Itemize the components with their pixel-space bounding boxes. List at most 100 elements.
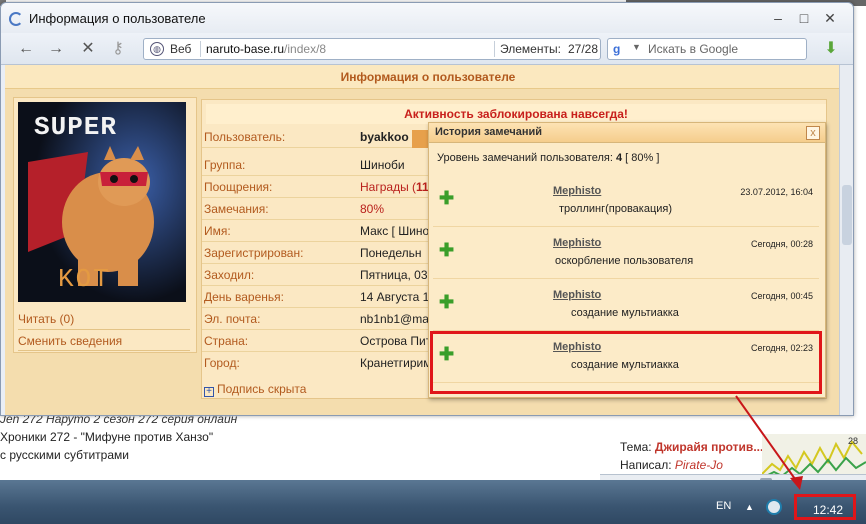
avatar-text-bottom: KOT: [58, 264, 111, 294]
warning-reason: оскорбление пользователя: [555, 255, 694, 267]
info-key: Группа:: [204, 158, 246, 172]
avatar: SUPER KOT: [18, 102, 186, 302]
close-window-button[interactable]: ✕: [819, 9, 841, 27]
plus-icon[interactable]: ✚: [439, 189, 454, 207]
info-key: Имя:: [204, 224, 231, 238]
key-icon[interactable]: ⚷: [107, 40, 129, 58]
clock-highlight-annotation: [794, 494, 856, 520]
read-link[interactable]: Читать (0): [18, 312, 74, 326]
address-mode-label[interactable]: Веб: [170, 42, 191, 56]
info-value-awards[interactable]: Награды (11: [360, 180, 429, 194]
background-news-list: Jen 272 Наруто 2 сезон 272 серия онлайн …: [0, 410, 600, 470]
news-line[interactable]: Хроники 272 - "Мифуне против Ханзо": [0, 430, 213, 444]
forum-author-row: Написал: Pirate-Jo: [620, 458, 723, 472]
vertical-scrollbar[interactable]: [839, 65, 853, 415]
info-row-birthday: День варенья: 14 Августа 19: [202, 286, 442, 308]
change-info-link[interactable]: Сменить сведения: [18, 334, 122, 348]
warning-date: Сегодня, 00:45: [750, 291, 813, 301]
browser-toolbar: ← → ✕ ⚷ ◍ Веб naruto-base.ru/index/8 Эле…: [1, 33, 853, 65]
minimize-button[interactable]: –: [767, 9, 789, 27]
popup-header: История замечаний x: [429, 123, 825, 143]
graph-value: 28: [848, 436, 859, 446]
elements-count: 27/28: [568, 42, 599, 56]
forward-button[interactable]: →: [45, 40, 67, 58]
forum-topic-link[interactable]: Джирайя против...: [655, 440, 763, 454]
language-indicator[interactable]: EN: [716, 500, 731, 512]
address-url[interactable]: naruto-base.ru/index/8: [206, 42, 326, 56]
warning-entry: ✚ Mephisto Сегодня, 00:45 создание мульт…: [433, 283, 819, 331]
moderator-link[interactable]: Mephisto: [553, 237, 601, 249]
warning-entry: ✚ Mephisto 23.07.2012, 16:04 троллинг(пр…: [433, 179, 819, 227]
signature-toggle[interactable]: + Подпись скрыта: [204, 382, 306, 397]
forum-author-link[interactable]: Pirate-Jo: [675, 458, 723, 472]
show-hidden-icons-icon[interactable]: ▲: [745, 502, 754, 512]
search-box[interactable]: g ▼ Искать в Google: [607, 38, 807, 60]
info-row-user: Пользователь: byakkoo: [202, 126, 442, 148]
back-button[interactable]: ←: [15, 40, 37, 58]
scrollbar-thumb[interactable]: [842, 185, 852, 245]
info-row-awards: Поощрения: Награды (11: [202, 176, 442, 198]
info-row-email: Эл. почта: nb1nb1@ma: [202, 308, 442, 330]
chevron-down-icon[interactable]: ▼: [632, 42, 641, 52]
address-bar[interactable]: ◍ Веб naruto-base.ru/index/8 Элементы: 2…: [143, 38, 601, 60]
warning-date: 23.07.2012, 16:04: [740, 187, 813, 197]
taskbar: EN ▲: [0, 480, 866, 524]
url-host: naruto-base.ru: [206, 42, 285, 56]
info-key: Замечания:: [204, 202, 269, 216]
info-key: Город:: [204, 356, 240, 370]
info-row-last-visit: Заходил: Пятница, 03: [202, 264, 442, 286]
news-line[interactable]: с русскими субтитрами: [0, 448, 129, 462]
signature-toggle-label[interactable]: Подпись скрыта: [217, 382, 306, 396]
info-value: Шиноби: [360, 158, 405, 172]
awards-label[interactable]: Награды (: [360, 180, 416, 194]
maximize-button[interactable]: □: [793, 9, 815, 27]
info-key: Страна:: [204, 334, 249, 348]
forum-topic-row: Тема: Джирайя против...: [620, 440, 763, 454]
popup-title: История замечаний: [435, 126, 543, 138]
search-input[interactable]: Искать в Google: [648, 42, 738, 56]
warning-level: Уровень замечаний пользователя: 4 [ 80% …: [437, 152, 659, 164]
moderator-link[interactable]: Mephisto: [553, 289, 601, 301]
url-path: /index/8: [284, 42, 327, 56]
info-value: 14 Августа 19: [360, 290, 437, 304]
plus-icon[interactable]: ✚: [439, 241, 454, 259]
avatar-text-top: SUPER: [34, 112, 118, 142]
tray-app-icon[interactable]: [766, 499, 782, 515]
elements-label: Элементы:: [500, 42, 561, 56]
info-value: Понедельн: [360, 246, 422, 260]
plus-icon[interactable]: ✚: [439, 293, 454, 311]
info-value-email[interactable]: nb1nb1@ma: [360, 312, 429, 326]
globe-icon: ◍: [150, 42, 164, 56]
info-key: Заходил:: [204, 268, 255, 282]
divider: [18, 350, 190, 351]
warning-level-percent: [ 80% ]: [622, 152, 660, 164]
info-row-country: Страна: Острова Пит: [202, 330, 442, 352]
info-row-registered: Зарегистрирован: Понедельн: [202, 242, 442, 264]
close-icon[interactable]: x: [806, 126, 820, 140]
info-key: Эл. почта:: [204, 312, 261, 326]
info-value: Пятница, 03: [360, 268, 428, 282]
address-divider: [200, 41, 201, 57]
info-row-city: Город: Кранетгирима: [202, 352, 442, 374]
moderator-link[interactable]: Mephisto: [553, 185, 601, 197]
info-value-warnings[interactable]: 80%: [360, 202, 384, 216]
warning-entry: ✚ Mephisto Сегодня, 00:28 оскорбление по…: [433, 231, 819, 279]
background-forum-block: Тема: Джирайя против... Написал: Pirate-…: [612, 420, 763, 474]
divider: [18, 329, 190, 330]
download-icon[interactable]: ⬇: [821, 40, 841, 58]
address-divider: [494, 41, 495, 57]
title-bar[interactable]: Информация о пользователе – □ ✕: [1, 3, 853, 33]
info-row-warnings: Замечания: 80%: [202, 198, 442, 220]
warning-date: Сегодня, 00:28: [750, 239, 813, 249]
page-title: Информация о пользователе: [5, 65, 851, 89]
expand-icon[interactable]: +: [204, 387, 214, 397]
google-icon[interactable]: g: [613, 42, 627, 56]
info-value: Кранетгирима: [360, 356, 439, 370]
warning-level-label: Уровень замечаний пользователя:: [437, 152, 616, 164]
info-key: Пользователь:: [204, 130, 286, 144]
stop-button[interactable]: ✕: [77, 40, 99, 58]
info-row-group: Группа: Шиноби: [202, 154, 442, 176]
info-key: Поощрения:: [204, 180, 273, 194]
window-title: Информация о пользователе: [29, 11, 206, 26]
info-value-username[interactable]: byakkoo: [360, 130, 409, 144]
